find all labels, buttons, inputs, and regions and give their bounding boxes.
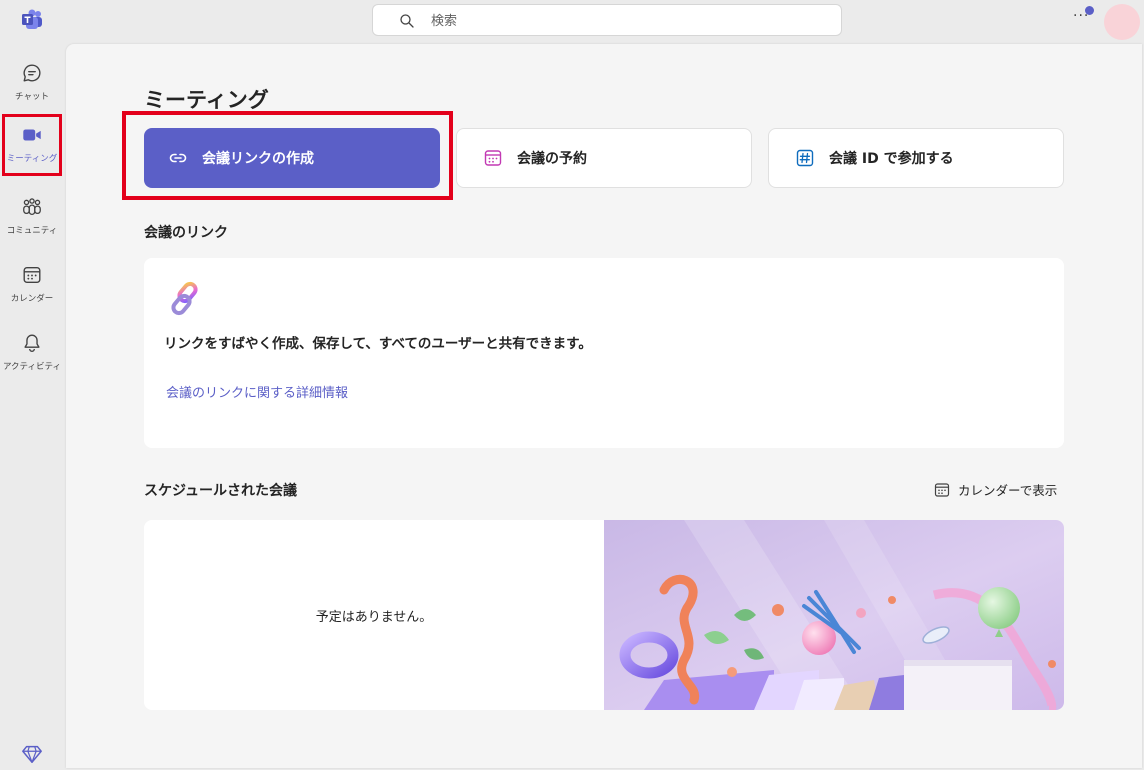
notification-dot (1085, 6, 1094, 15)
scheduled-meetings-card: 予定はありません。 (144, 520, 1064, 710)
create-meeting-link-button[interactable]: 会議リンクの作成 (144, 128, 440, 188)
search-icon (400, 14, 414, 28)
join-with-id-label: 会議 ID で参加する (829, 151, 954, 167)
community-icon (23, 198, 41, 215)
calendar-icon (483, 148, 503, 168)
bell-icon (24, 334, 40, 352)
teams-logo-icon[interactable] (20, 8, 44, 32)
calendar-icon (23, 266, 41, 284)
view-in-calendar-button[interactable]: カレンダーで表示 (934, 480, 1057, 499)
create-meeting-link-label: 会議リンクの作成 (202, 151, 314, 167)
chat-icon (23, 64, 41, 82)
left-rail: チャット ミーティング コミュニティ カレンダー アクティビティ (0, 42, 64, 770)
meeting-links-learn-more-link[interactable]: 会議のリンクに関する詳細情報 (166, 382, 348, 401)
rail-label-activity: アクティビティ (2, 362, 62, 372)
search-input[interactable] (431, 10, 811, 32)
join-with-id-button[interactable]: 会議 ID で参加する (768, 128, 1064, 188)
rail-label-community: コミュニティ (6, 226, 58, 236)
schedule-meeting-label: 会議の予約 (517, 151, 587, 167)
meeting-links-heading: 会議のリンク (144, 225, 228, 241)
scheduled-meetings-heading: スケジュールされた会議 (144, 483, 298, 499)
diamond-icon[interactable] (21, 743, 43, 765)
hashtag-icon (795, 148, 815, 168)
rail-item-calendar[interactable]: カレンダー (2, 254, 62, 316)
link-icon (168, 148, 188, 168)
calendar-icon (934, 482, 950, 497)
avatar[interactable] (1104, 4, 1140, 40)
celebration-illustration (604, 520, 1064, 710)
rail-item-chat[interactable]: チャット (2, 52, 62, 114)
page-title: ミーティング (144, 88, 269, 112)
search-box[interactable] (372, 4, 842, 36)
schedule-meeting-button[interactable]: 会議の予約 (456, 128, 752, 188)
no-meetings-message: 予定はありません。 (315, 609, 433, 625)
top-bar: ··· (0, 0, 1144, 42)
rail-item-community[interactable]: コミュニティ (2, 186, 62, 248)
meeting-links-card: リンクをすばやく作成、保存して、すべてのユーザーと共有できます。 会議のリンクに… (144, 258, 1064, 448)
video-icon (23, 129, 41, 141)
view-in-calendar-label: カレンダーで表示 (958, 483, 1058, 498)
rail-item-meetings[interactable]: ミーティング (2, 114, 62, 176)
rail-label-chat: チャット (15, 92, 49, 102)
rail-item-activity[interactable]: アクティビティ (2, 322, 62, 384)
rail-label-calendar: カレンダー (10, 294, 54, 304)
rail-label-meetings: ミーティング (6, 154, 58, 164)
meeting-links-description: リンクをすばやく作成、保存して、すべてのユーザーと共有できます。 (164, 336, 592, 352)
main-panel: ミーティング 会議リンクの作成 会議の予約 会議 ID で参加する 会議のリンク… (66, 44, 1142, 768)
chain-link-icon (171, 281, 198, 316)
